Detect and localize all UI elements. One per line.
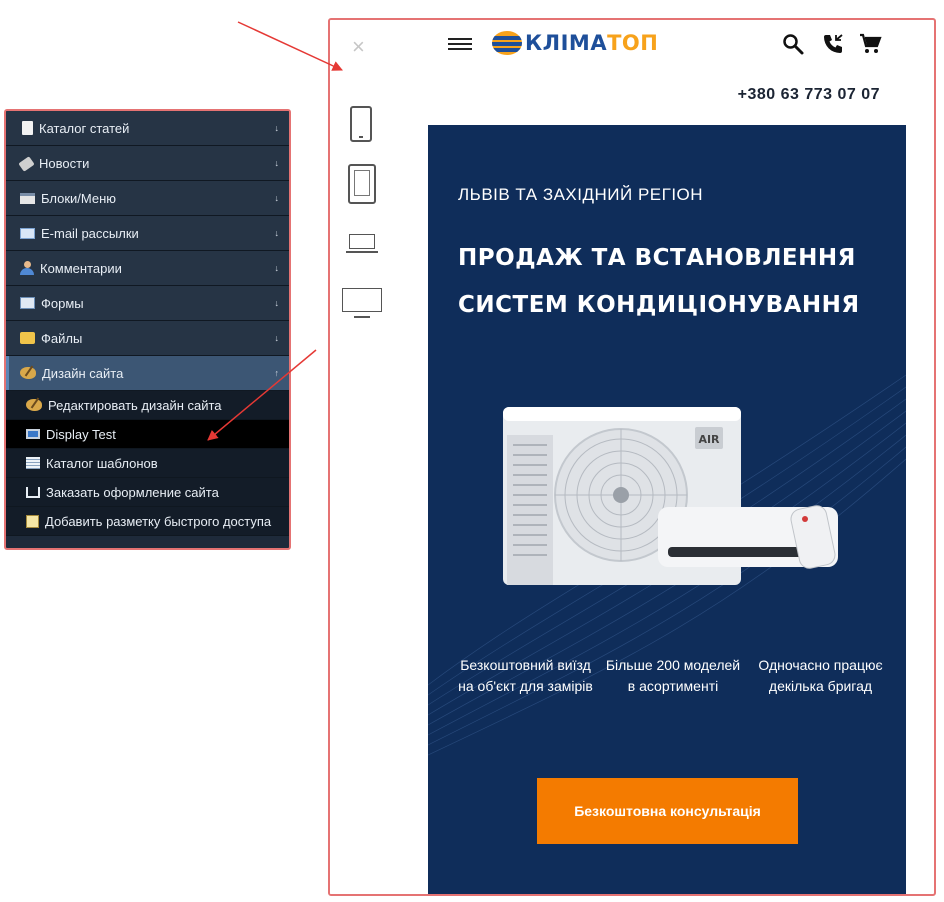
- contact-phone[interactable]: +380 63 773 07 07: [738, 86, 880, 104]
- submenu-item-templates-catalog[interactable]: Каталог шаблонов: [6, 449, 289, 478]
- cart-icon: [26, 486, 40, 498]
- menu-item-label: Блоки/Меню: [41, 190, 117, 206]
- submenu-item-display-test[interactable]: Display Test: [6, 420, 289, 449]
- site-logo[interactable]: КЛІМАТОП: [492, 30, 658, 56]
- phone-icon[interactable]: [350, 106, 372, 142]
- feature-free-visit: Безкоштовний виїзд на об'єкт для замірів: [458, 657, 593, 694]
- menu-item-label: E-mail рассылки: [41, 225, 139, 241]
- ac-label: AIR: [698, 433, 720, 446]
- menu-item-label: Комментарии: [40, 260, 122, 276]
- arrow-down-icon: ↓: [274, 123, 280, 133]
- monitor-icon: [26, 429, 40, 439]
- menu-item-label: Каталог статей: [39, 120, 130, 136]
- hamburger-menu-icon[interactable]: [448, 38, 472, 50]
- comment-user-icon: [20, 261, 34, 275]
- arrow-down-icon: ↓: [274, 298, 280, 308]
- arrow-down-icon: ↓: [274, 228, 280, 238]
- display-test-preview: × КЛІМАТОП +380 63 773 07 07 ЛЬВІВ ТА ЗА…: [328, 18, 936, 896]
- device-toolbar: ×: [330, 20, 392, 894]
- menu-item-label: Новости: [39, 155, 90, 171]
- arrow-down-icon: ↓: [274, 333, 280, 343]
- hero-banner: ЛЬВІВ ТА ЗАХІДНИЙ РЕГІОН ПРОДАЖ ТА ВСТАН…: [428, 125, 906, 894]
- desktop-icon[interactable]: [342, 288, 382, 320]
- palette-icon: [20, 367, 36, 379]
- logo-text: КЛІМАТОП: [525, 31, 659, 55]
- menu-item-articles-catalog[interactable]: Каталог статей ↓: [6, 111, 289, 146]
- menu-item-email-newsletters[interactable]: E-mail рассылки ↓: [6, 216, 289, 251]
- submenu-item-quick-access-markup[interactable]: Добавить разметку быстрого доступа: [6, 507, 289, 536]
- mail-icon: [20, 227, 35, 239]
- folder-icon: [20, 332, 35, 344]
- menu-item-site-design[interactable]: Дизайн сайта ↑: [6, 356, 289, 391]
- hero-headline-line1: ПРОДАЖ ТА ВСТАНОВЛЕННЯ: [458, 245, 856, 271]
- hero-features: Безкоштовний виїзд на об'єкт для замірів…: [458, 655, 888, 697]
- blocks-icon: [20, 192, 35, 204]
- menu-item-forms[interactable]: Формы ↓: [6, 286, 289, 321]
- arrow-to-close-icon: [237, 21, 343, 71]
- site-preview-frame: КЛІМАТОП +380 63 773 07 07 ЛЬВІВ ТА ЗАХІ…: [428, 20, 906, 894]
- tablet-icon[interactable]: [348, 164, 376, 204]
- arrow-up-icon: ↑: [274, 368, 280, 378]
- menu-item-label: Формы: [41, 295, 84, 311]
- laptop-icon[interactable]: [346, 234, 378, 254]
- menu-item-label: Дизайн сайта: [42, 365, 124, 381]
- form-icon: [20, 297, 35, 309]
- menu-item-blocks-menu[interactable]: Блоки/Меню ↓: [6, 181, 289, 216]
- submenu-item-label: Редактировать дизайн сайта: [48, 397, 222, 413]
- feature-teams: Одночасно працює декілька бригад: [758, 657, 883, 694]
- submenu-item-order-design[interactable]: Заказать оформление сайта: [6, 478, 289, 507]
- document-icon: [22, 121, 33, 135]
- hero-region: ЛЬВІВ ТА ЗАХІДНИЙ РЕГІОН: [458, 185, 704, 204]
- admin-sidebar-menu: Каталог статей ↓ Новости ↓ Блоки/Меню ↓ …: [4, 109, 291, 550]
- air-conditioner-image: AIR: [503, 407, 838, 585]
- site-header: КЛІМАТОП +380 63 773 07 07: [428, 20, 906, 125]
- hero-headline-line2: СИСТЕМ КОНДИЦІОНУВАННЯ: [458, 292, 860, 318]
- arrow-down-icon: ↓: [274, 193, 280, 203]
- submenu-item-edit-design[interactable]: Редактировать дизайн сайта: [6, 391, 289, 420]
- submenu-item-label: Заказать оформление сайта: [46, 484, 219, 500]
- close-icon[interactable]: ×: [352, 34, 365, 60]
- search-icon[interactable]: [781, 32, 805, 56]
- menu-item-label: Файлы: [41, 330, 83, 346]
- hero-headline: ПРОДАЖ ТА ВСТАНОВЛЕННЯ СИСТЕМ КОНДИЦІОНУ…: [458, 235, 888, 329]
- palette-icon: [26, 399, 42, 411]
- menu-item-comments[interactable]: Комментарии ↓: [6, 251, 289, 286]
- menu-item-news[interactable]: Новости ↓: [6, 146, 289, 181]
- feature-models-count: Більше 200 моделей в асортименті: [605, 657, 741, 694]
- cart-icon[interactable]: [858, 32, 882, 56]
- submenu-item-label: Каталог шаблонов: [46, 455, 158, 471]
- phone-call-icon[interactable]: [821, 32, 845, 56]
- arrow-down-icon: ↓: [274, 263, 280, 273]
- arrow-down-icon: ↓: [274, 158, 280, 168]
- note-icon: [26, 514, 39, 528]
- menu-item-files[interactable]: Файлы ↓: [6, 321, 289, 356]
- newspaper-icon: [18, 156, 35, 172]
- submenu-item-label: Display Test: [46, 426, 116, 442]
- submenu-item-label: Добавить разметку быстрого доступа: [45, 513, 272, 529]
- free-consultation-button[interactable]: Безкоштовна консультація: [537, 778, 798, 844]
- logo-mark-icon: [492, 31, 522, 55]
- table-icon: [26, 457, 40, 469]
